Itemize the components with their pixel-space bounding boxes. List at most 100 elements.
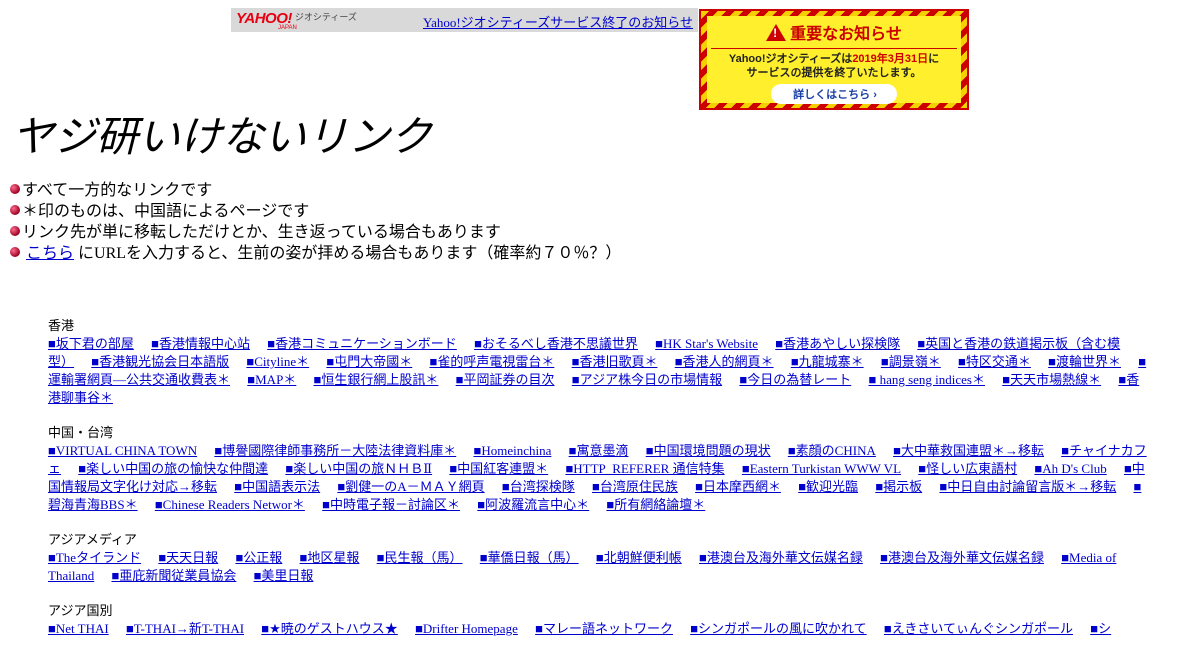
external-link[interactable]: ■港澳台及海外華文伝媒名録 bbox=[880, 550, 1044, 565]
external-link[interactable]: ■台湾探検隊 bbox=[502, 479, 575, 494]
notice-divider bbox=[711, 48, 957, 49]
external-link[interactable]: ■日本摩西網＊ bbox=[695, 479, 781, 494]
external-link[interactable]: ■素顔のCHINA bbox=[788, 443, 876, 458]
external-link[interactable]: ■平岡証券の目次 bbox=[456, 372, 555, 387]
external-link[interactable]: ■掲示板 bbox=[875, 479, 922, 494]
external-link[interactable]: ■雀的呼声電視雷台＊ bbox=[429, 354, 554, 369]
section-heading: 香港 bbox=[48, 318, 75, 333]
external-link[interactable]: ■天天市場熱線＊ bbox=[1002, 372, 1101, 387]
external-link[interactable]: ■楽しい中国の旅の愉快な仲間達 bbox=[78, 461, 268, 476]
external-link[interactable]: ■Chinese Readers Networ＊ bbox=[155, 497, 305, 512]
external-link[interactable]: ■香港観光協会日本語版 bbox=[91, 354, 229, 369]
external-link[interactable]: ■所有網絡論壇＊ bbox=[606, 497, 705, 512]
external-link[interactable]: ■渡輪世界＊ bbox=[1048, 354, 1121, 369]
external-link[interactable]: ■恒生銀行網上股訊＊ bbox=[314, 372, 439, 387]
service-end-link[interactable]: Yahoo!ジオシティーズサービス終了のお知らせ bbox=[423, 12, 693, 31]
external-link[interactable]: ■阿波羅流言中心＊ bbox=[477, 497, 589, 512]
external-link[interactable]: ■調景嶺＊ bbox=[881, 354, 941, 369]
external-link[interactable]: ■大中華救国連盟＊→移転 bbox=[893, 443, 1044, 458]
logo-geocities-text: ジオシティーズ bbox=[294, 12, 357, 22]
external-link[interactable]: ■Cityline＊ bbox=[246, 354, 309, 369]
external-link[interactable]: ■香港旧歌頁＊ bbox=[572, 354, 658, 369]
external-link[interactable]: ■公正報 bbox=[235, 550, 282, 565]
external-link[interactable]: ■屯門大帝國＊ bbox=[326, 354, 412, 369]
external-link[interactable]: ■えきさいてぃんぐシンガポール bbox=[884, 621, 1073, 636]
link-section: アジアメディア ■Theタイランド ■天天日報 ■公正報 ■地区星報 ■民生報（馬… bbox=[48, 531, 1152, 585]
external-link[interactable]: ■特区交通＊ bbox=[958, 354, 1031, 369]
note-item: こちら にURLを入力すると、生前の姿が拝める場合もあります（確率約７０％？） bbox=[10, 243, 621, 264]
external-link[interactable]: ■MAP＊ bbox=[247, 372, 296, 387]
external-link[interactable]: ■美里日報 bbox=[254, 568, 314, 583]
external-link[interactable]: ■T-THAI→新T-THAI bbox=[126, 621, 244, 636]
external-link[interactable]: ■シ bbox=[1090, 621, 1111, 636]
external-link[interactable]: ■ hang seng indices＊ bbox=[868, 372, 985, 387]
external-link[interactable]: ■Ah D's Club bbox=[1034, 461, 1106, 476]
external-link[interactable]: ■華僑日報（馬） bbox=[480, 550, 579, 565]
external-link[interactable]: ■Homeinchina bbox=[473, 443, 551, 458]
notice-date: 2019年3月31日 bbox=[852, 53, 929, 65]
link-sections: 香港 ■坂下君の部屋 ■香港情報中心站 ■香港コミュニケーションボード ■おそるべ… bbox=[48, 317, 1152, 655]
notice-inner: 重要なお知らせ Yahoo!ジオシティーズは2019年3月31日に サービスの提… bbox=[707, 16, 961, 104]
important-notice-banner[interactable]: 重要なお知らせ Yahoo!ジオシティーズは2019年3月31日に サービスの提… bbox=[699, 9, 969, 110]
section-links: ■坂下君の部屋 ■香港情報中心站 ■香港コミュニケーションボード ■おそるべし香… bbox=[48, 335, 1152, 407]
external-link[interactable]: ■博譽國際律師事務所－大陸法律資料庫＊ bbox=[214, 443, 456, 458]
note-text: にURLを入力すると、生前の姿が拝める場合もあります（確率約７０％？） bbox=[78, 245, 622, 262]
external-link[interactable]: ■地区星報 bbox=[300, 550, 360, 565]
external-link[interactable]: ■Drifter Homepage bbox=[415, 621, 518, 636]
external-link[interactable]: ■天天日報 bbox=[158, 550, 218, 565]
yahoo-geocities-logo[interactable]: YAHOO! ジオシティーズ JAPAN bbox=[236, 11, 357, 31]
external-link[interactable]: ■歓迎光臨 bbox=[798, 479, 858, 494]
bullet-ball-icon bbox=[10, 246, 20, 257]
external-link[interactable]: ■おそるべし香港不思議世界 bbox=[474, 336, 638, 351]
section-heading: 中国・台湾 bbox=[48, 425, 114, 440]
note-text: すべて一方的なリンクです bbox=[22, 182, 213, 199]
external-link[interactable]: ■中国紅客連盟＊ bbox=[449, 461, 548, 476]
external-link[interactable]: ■香港コミュニケーションボード bbox=[267, 336, 457, 351]
external-link[interactable]: ■坂下君の部屋 bbox=[48, 336, 134, 351]
external-link[interactable]: ■Theタイランド bbox=[48, 550, 141, 565]
external-link[interactable]: ■マレー語ネットワーク bbox=[535, 621, 673, 636]
external-link[interactable]: ■香港あやしい探検隊 bbox=[775, 336, 900, 351]
external-link[interactable]: ■台湾原住民族 bbox=[592, 479, 678, 494]
external-link[interactable]: ■シンガポールの風に吹かれて bbox=[690, 621, 866, 636]
notice-body: Yahoo!ジオシティーズは2019年3月31日に サービスの提供を終了いたしま… bbox=[707, 52, 961, 80]
external-link[interactable]: ■香港情報中心站 bbox=[151, 336, 250, 351]
link-section: 香港 ■坂下君の部屋 ■香港情報中心站 ■香港コミュニケーションボード ■おそるべ… bbox=[48, 317, 1152, 407]
external-link[interactable]: ■北朝鮮便利帳 bbox=[596, 550, 682, 565]
note-text: リンク先が単に移転しただけとか、生き返っている場合もあります bbox=[22, 224, 501, 241]
section-links: ■Theタイランド ■天天日報 ■公正報 ■地区星報 ■民生報（馬） ■華僑日報… bbox=[48, 549, 1152, 585]
section-heading: アジア国別 bbox=[48, 603, 113, 618]
external-link[interactable]: ■民生報（馬） bbox=[377, 550, 463, 565]
external-link[interactable]: ■VIRTUAL CHINA TOWN bbox=[48, 443, 197, 458]
external-link[interactable]: ■HK Star's Website bbox=[655, 336, 758, 351]
external-link[interactable]: ■中国語表示法 bbox=[234, 479, 320, 494]
external-link[interactable]: ■HTTP_REFERER 通信特集 bbox=[565, 461, 724, 476]
page-title: ヤジ研いけないリンク bbox=[12, 115, 433, 161]
external-link[interactable]: ■中日自由討論留言版＊→移転 bbox=[939, 479, 1116, 494]
notice-line2: サービスの提供を終了いたします。 bbox=[746, 67, 922, 79]
external-link[interactable]: ■怪しい広東語村 bbox=[918, 461, 1017, 476]
external-link[interactable]: ■中時電子報－討論区＊ bbox=[322, 497, 460, 512]
bullet-ball-icon bbox=[10, 204, 20, 215]
notice-title-text: 重要なお知らせ bbox=[790, 26, 902, 43]
notice-details-button[interactable]: 詳しくはこちら › bbox=[771, 84, 897, 104]
external-link[interactable]: ■Net THAI bbox=[48, 621, 109, 636]
note-item: ＊印のものは、中国語によるページです bbox=[10, 201, 621, 222]
notice-line1-pre: Yahoo!ジオシティーズは bbox=[728, 53, 853, 65]
archive-link[interactable]: こちら bbox=[26, 243, 74, 264]
link-section: アジア国別 ■Net THAI ■T-THAI→新T-THAI ■★暁のゲストハウ… bbox=[48, 602, 1152, 638]
external-link[interactable]: ■劉健一のA－ＭＡＹ網頁 bbox=[337, 479, 484, 494]
external-link[interactable]: ■九龍城寨＊ bbox=[791, 354, 864, 369]
external-link[interactable]: ■★暁のゲストハウス★ bbox=[261, 621, 398, 636]
external-link[interactable]: ■亜庇新聞従業員協会 bbox=[111, 568, 236, 583]
logo-japan-text: JAPAN bbox=[278, 25, 297, 31]
external-link[interactable]: ■今日の為替レート bbox=[739, 372, 851, 387]
link-section: 中国・台湾 ■VIRTUAL CHINA TOWN ■博譽國際律師事務所－大陸法律… bbox=[48, 424, 1152, 514]
external-link[interactable]: ■中国環境問題の現状 bbox=[646, 443, 771, 458]
external-link[interactable]: ■港澳台及海外華文伝媒名録 bbox=[699, 550, 863, 565]
external-link[interactable]: ■Eastern Turkistan WWW VL bbox=[742, 461, 901, 476]
external-link[interactable]: ■寓意墨滴 bbox=[569, 443, 629, 458]
external-link[interactable]: ■アジア株今日の市場情報 bbox=[572, 372, 722, 387]
external-link[interactable]: ■香港人的網頁＊ bbox=[675, 354, 774, 369]
external-link[interactable]: ■楽しい中国の旅ＮＨＢⅡ bbox=[285, 461, 432, 476]
